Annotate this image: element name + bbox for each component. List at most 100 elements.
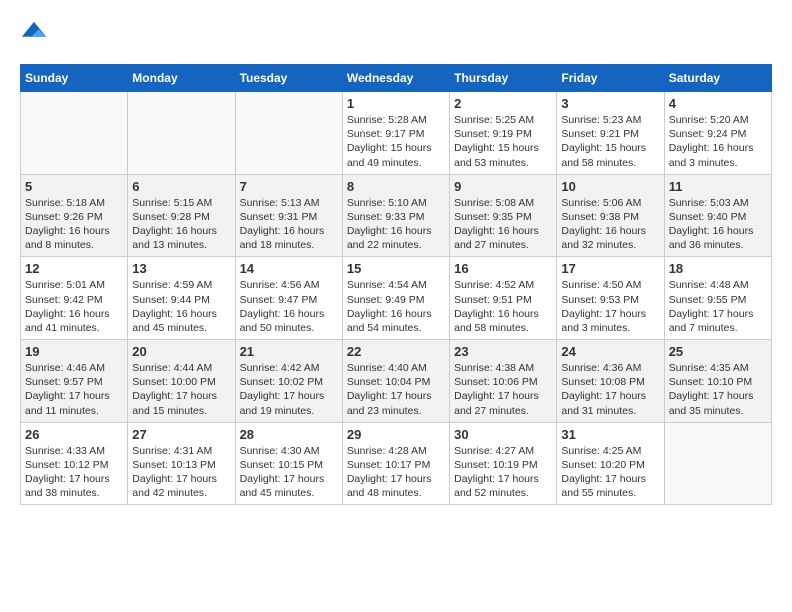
day-number: 13 xyxy=(132,261,230,276)
calendar-day-cell: 19 Sunrise: 4:46 AM Sunset: 9:57 PM Dayli… xyxy=(21,340,128,423)
calendar-day-cell: 23Sunrise: 4:38 AM Sunset: 10:06 PM Dayl… xyxy=(450,340,557,423)
day-number: 24 xyxy=(561,344,659,359)
day-of-week-header: Saturday xyxy=(664,65,771,92)
calendar-day-cell: 22 Sunrise: 4:40 AM Sunset: 10:04 PM Dayl… xyxy=(342,340,449,423)
day-number: 6 xyxy=(132,179,230,194)
day-info: Sunrise: 5:06 AM Sunset: 9:38 PM Dayligh… xyxy=(561,196,659,253)
day-number: 26 xyxy=(25,427,123,442)
day-number: 5 xyxy=(25,179,123,194)
day-info: Sunrise: 4:33 AM Sunset: 10:12 PM Daylig… xyxy=(25,444,123,501)
calendar-day-cell: 15 Sunrise: 4:54 AM Sunset: 9:49 PM Dayli… xyxy=(342,257,449,340)
day-info: Sunrise: 4:36 AM Sunset: 10:08 PM Daylig… xyxy=(561,361,659,418)
days-header-row: SundayMondayTuesdayWednesdayThursdayFrid… xyxy=(21,65,772,92)
day-info: Sunrise: 4:50 AM Sunset: 9:53 PM Dayligh… xyxy=(561,278,659,335)
page-header xyxy=(20,20,772,48)
calendar-day-cell: 13Sunrise: 4:59 AM Sunset: 9:44 PM Dayli… xyxy=(128,257,235,340)
calendar-day-cell xyxy=(21,92,128,175)
day-number: 17 xyxy=(561,261,659,276)
day-info: Sunrise: 4:42 AM Sunset: 10:02 PM Daylig… xyxy=(240,361,338,418)
day-number: 18 xyxy=(669,261,767,276)
day-number: 29 xyxy=(347,427,445,442)
day-info: Sunrise: 4:40 AM Sunset: 10:04 PM Daylig… xyxy=(347,361,445,418)
calendar-day-cell: 18 Sunrise: 4:48 AM Sunset: 9:55 PM Dayli… xyxy=(664,257,771,340)
day-of-week-header: Sunday xyxy=(21,65,128,92)
calendar-day-cell: 20 Sunrise: 4:44 AM Sunset: 10:00 PM Dayl… xyxy=(128,340,235,423)
day-info: Sunrise: 4:56 AM Sunset: 9:47 PM Dayligh… xyxy=(240,278,338,335)
day-info: Sunrise: 4:48 AM Sunset: 9:55 PM Dayligh… xyxy=(669,278,767,335)
day-info: Sunrise: 5:25 AM Sunset: 9:19 PM Dayligh… xyxy=(454,113,552,170)
day-info: Sunrise: 5:10 AM Sunset: 9:33 PM Dayligh… xyxy=(347,196,445,253)
day-of-week-header: Thursday xyxy=(450,65,557,92)
day-of-week-header: Tuesday xyxy=(235,65,342,92)
day-number: 21 xyxy=(240,344,338,359)
calendar-day-cell: 30 Sunrise: 4:27 AM Sunset: 10:19 PM Dayl… xyxy=(450,422,557,505)
day-info: Sunrise: 5:15 AM Sunset: 9:28 PM Dayligh… xyxy=(132,196,230,253)
day-number: 1 xyxy=(347,96,445,111)
calendar-day-cell: 17 Sunrise: 4:50 AM Sunset: 9:53 PM Dayli… xyxy=(557,257,664,340)
calendar-day-cell: 9 Sunrise: 5:08 AM Sunset: 9:35 PM Daylig… xyxy=(450,174,557,257)
day-number: 9 xyxy=(454,179,552,194)
calendar-day-cell: 28Sunrise: 4:30 AM Sunset: 10:15 PM Dayl… xyxy=(235,422,342,505)
day-info: Sunrise: 5:23 AM Sunset: 9:21 PM Dayligh… xyxy=(561,113,659,170)
calendar-day-cell: 16 Sunrise: 4:52 AM Sunset: 9:51 PM Dayli… xyxy=(450,257,557,340)
calendar-day-cell: 26 Sunrise: 4:33 AM Sunset: 10:12 PM Dayl… xyxy=(21,422,128,505)
day-number: 11 xyxy=(669,179,767,194)
calendar-day-cell: 24 Sunrise: 4:36 AM Sunset: 10:08 PM Dayl… xyxy=(557,340,664,423)
day-info: Sunrise: 4:28 AM Sunset: 10:17 PM Daylig… xyxy=(347,444,445,501)
day-number: 19 xyxy=(25,344,123,359)
day-info: Sunrise: 5:13 AM Sunset: 9:31 PM Dayligh… xyxy=(240,196,338,253)
day-number: 30 xyxy=(454,427,552,442)
day-info: Sunrise: 4:44 AM Sunset: 10:00 PM Daylig… xyxy=(132,361,230,418)
calendar-week-row: 12 Sunrise: 5:01 AM Sunset: 9:42 PM Dayli… xyxy=(21,257,772,340)
calendar-day-cell: 6 Sunrise: 5:15 AM Sunset: 9:28 PM Daylig… xyxy=(128,174,235,257)
calendar-week-row: 5Sunrise: 5:18 AM Sunset: 9:26 PM Daylig… xyxy=(21,174,772,257)
day-info: Sunrise: 5:03 AM Sunset: 9:40 PM Dayligh… xyxy=(669,196,767,253)
day-number: 3 xyxy=(561,96,659,111)
calendar-day-cell: 14 Sunrise: 4:56 AM Sunset: 9:47 PM Dayli… xyxy=(235,257,342,340)
day-number: 20 xyxy=(132,344,230,359)
day-info: Sunrise: 4:52 AM Sunset: 9:51 PM Dayligh… xyxy=(454,278,552,335)
day-number: 31 xyxy=(561,427,659,442)
calendar-week-row: 1 Sunrise: 5:28 AM Sunset: 9:17 PM Daylig… xyxy=(21,92,772,175)
day-info: Sunrise: 5:08 AM Sunset: 9:35 PM Dayligh… xyxy=(454,196,552,253)
calendar-day-cell: 11 Sunrise: 5:03 AM Sunset: 9:40 PM Dayli… xyxy=(664,174,771,257)
day-number: 28 xyxy=(240,427,338,442)
calendar-day-cell xyxy=(664,422,771,505)
day-info: Sunrise: 4:25 AM Sunset: 10:20 PM Daylig… xyxy=(561,444,659,501)
day-info: Sunrise: 4:38 AM Sunset: 10:06 PM Daylig… xyxy=(454,361,552,418)
day-info: Sunrise: 4:27 AM Sunset: 10:19 PM Daylig… xyxy=(454,444,552,501)
calendar-day-cell: 4Sunrise: 5:20 AM Sunset: 9:24 PM Daylig… xyxy=(664,92,771,175)
day-number: 16 xyxy=(454,261,552,276)
calendar-day-cell: 31 Sunrise: 4:25 AM Sunset: 10:20 PM Dayl… xyxy=(557,422,664,505)
logo-icon xyxy=(20,20,48,48)
day-number: 2 xyxy=(454,96,552,111)
day-number: 4 xyxy=(669,96,767,111)
day-number: 10 xyxy=(561,179,659,194)
day-info: Sunrise: 4:31 AM Sunset: 10:13 PM Daylig… xyxy=(132,444,230,501)
calendar-day-cell xyxy=(235,92,342,175)
calendar-week-row: 26 Sunrise: 4:33 AM Sunset: 10:12 PM Dayl… xyxy=(21,422,772,505)
calendar-day-cell: 5Sunrise: 5:18 AM Sunset: 9:26 PM Daylig… xyxy=(21,174,128,257)
calendar-table: SundayMondayTuesdayWednesdayThursdayFrid… xyxy=(20,64,772,505)
day-info: Sunrise: 5:01 AM Sunset: 9:42 PM Dayligh… xyxy=(25,278,123,335)
calendar-day-cell: 8 Sunrise: 5:10 AM Sunset: 9:33 PM Daylig… xyxy=(342,174,449,257)
day-of-week-header: Friday xyxy=(557,65,664,92)
day-number: 22 xyxy=(347,344,445,359)
day-number: 12 xyxy=(25,261,123,276)
day-info: Sunrise: 4:46 AM Sunset: 9:57 PM Dayligh… xyxy=(25,361,123,418)
calendar-day-cell: 2 Sunrise: 5:25 AM Sunset: 9:19 PM Daylig… xyxy=(450,92,557,175)
calendar-day-cell xyxy=(128,92,235,175)
day-info: Sunrise: 4:35 AM Sunset: 10:10 PM Daylig… xyxy=(669,361,767,418)
day-of-week-header: Wednesday xyxy=(342,65,449,92)
day-number: 7 xyxy=(240,179,338,194)
day-info: Sunrise: 4:54 AM Sunset: 9:49 PM Dayligh… xyxy=(347,278,445,335)
day-number: 14 xyxy=(240,261,338,276)
day-number: 15 xyxy=(347,261,445,276)
calendar-day-cell: 21 Sunrise: 4:42 AM Sunset: 10:02 PM Dayl… xyxy=(235,340,342,423)
day-number: 8 xyxy=(347,179,445,194)
calendar-day-cell: 27Sunrise: 4:31 AM Sunset: 10:13 PM Dayl… xyxy=(128,422,235,505)
logo xyxy=(20,20,52,48)
calendar-day-cell: 1 Sunrise: 5:28 AM Sunset: 9:17 PM Daylig… xyxy=(342,92,449,175)
calendar-week-row: 19 Sunrise: 4:46 AM Sunset: 9:57 PM Dayli… xyxy=(21,340,772,423)
day-info: Sunrise: 5:28 AM Sunset: 9:17 PM Dayligh… xyxy=(347,113,445,170)
